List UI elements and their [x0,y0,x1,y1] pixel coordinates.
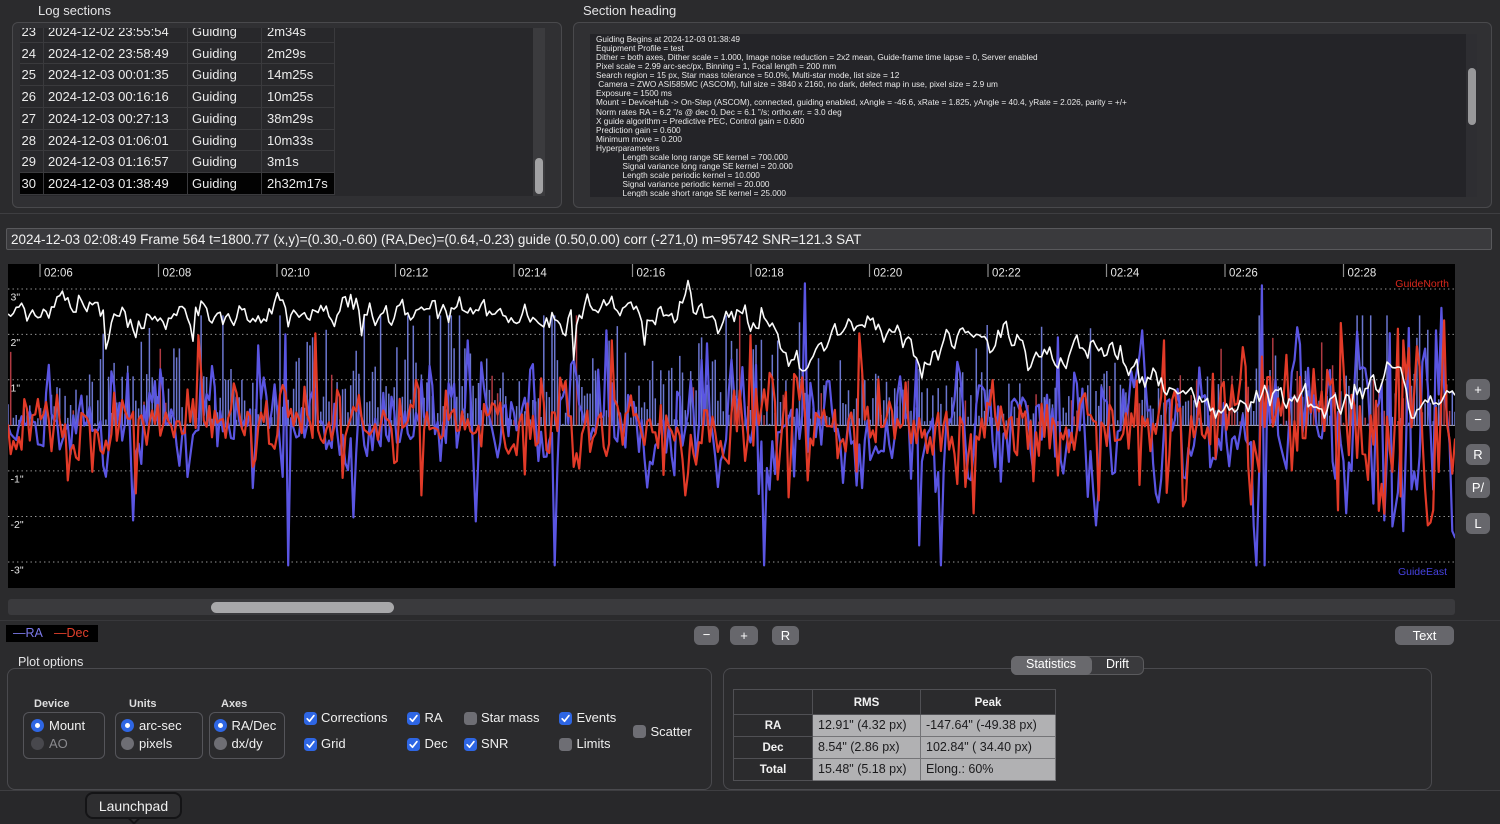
svg-text:3": 3" [11,292,21,304]
svg-text:02:06: 02:06 [44,268,73,280]
svg-text:02:12: 02:12 [400,268,429,280]
svg-text:02:14: 02:14 [518,268,547,280]
svg-text:1": 1" [11,382,21,394]
svg-text:-1": -1" [11,473,24,485]
svg-text:02:10: 02:10 [281,268,310,280]
svg-text:02:24: 02:24 [1111,268,1140,280]
svg-text:02:26: 02:26 [1229,268,1258,280]
svg-text:GuideNorth: GuideNorth [1395,278,1449,290]
svg-text:02:20: 02:20 [874,268,903,280]
svg-text:GuideEast: GuideEast [1398,566,1447,578]
svg-text:02:28: 02:28 [1348,268,1377,280]
svg-text:2": 2" [11,337,21,349]
svg-text:-3": -3" [11,565,24,577]
svg-text:-2": -2" [11,519,24,531]
svg-text:02:18: 02:18 [755,268,784,280]
svg-text:02:22: 02:22 [992,268,1021,280]
svg-text:02:08: 02:08 [163,268,192,280]
svg-text:02:16: 02:16 [637,268,666,280]
